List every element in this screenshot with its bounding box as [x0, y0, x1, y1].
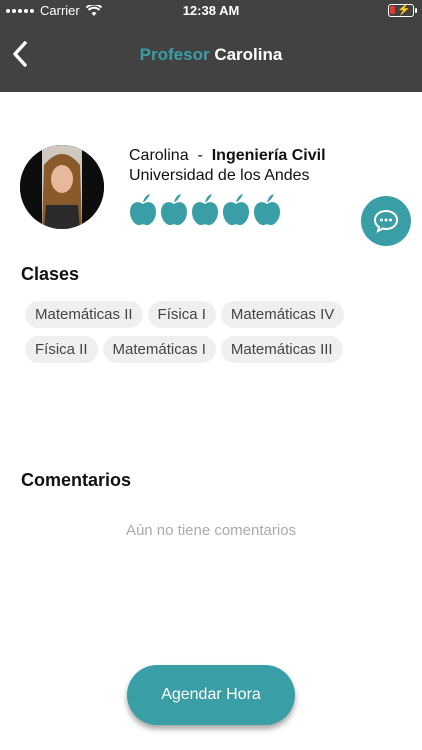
- apple-icon: [130, 194, 156, 226]
- comments-title: Comentarios: [21, 470, 132, 490]
- title-prefix: Profesor: [139, 45, 210, 64]
- teacher-name: Carolina: [129, 147, 189, 164]
- schedule-button[interactable]: Agendar Hora: [127, 665, 295, 725]
- classes-title: Clases: [21, 264, 80, 284]
- classes-chip-list: Matemáticas II Física I Matemáticas IV F…: [25, 301, 405, 363]
- apple-icon: [192, 194, 218, 226]
- nav-header: Carrier 12:38 AM ⚡ Profesor Carolina: [0, 0, 422, 92]
- name-separator: -: [193, 147, 208, 164]
- empty-comments-text: Aún no tiene comentarios: [125, 522, 297, 539]
- chat-button[interactable]: [361, 196, 411, 246]
- class-chip[interactable]: Matemáticas II: [25, 301, 143, 328]
- rating-apples: [129, 193, 281, 226]
- page-title: Profesor Carolina: [0, 45, 422, 65]
- status-time: 12:38 AM: [182, 3, 240, 18]
- teacher-career: Ingeniería Civil: [211, 147, 326, 164]
- class-chip[interactable]: Física II: [25, 336, 98, 363]
- apple-icon: [223, 194, 249, 226]
- chat-bubble-icon: [373, 209, 399, 233]
- avatar: [20, 145, 104, 229]
- profile-photo: [20, 145, 104, 229]
- class-chip[interactable]: Matemáticas III: [220, 336, 343, 363]
- apple-icon: [161, 194, 187, 226]
- teacher-university: Universidad de los Andes: [129, 167, 310, 184]
- title-name: Carolina: [214, 45, 283, 64]
- battery-icon: ⚡: [388, 4, 417, 17]
- status-bar: Carrier 12:38 AM ⚡: [0, 0, 422, 22]
- class-chip[interactable]: Matemáticas IV: [220, 301, 345, 328]
- teacher-name-line: Carolina - Ingeniería Civil: [129, 147, 326, 165]
- apple-icon: [254, 194, 280, 226]
- class-chip[interactable]: Física I: [147, 301, 216, 328]
- class-chip[interactable]: Matemáticas I: [102, 336, 216, 363]
